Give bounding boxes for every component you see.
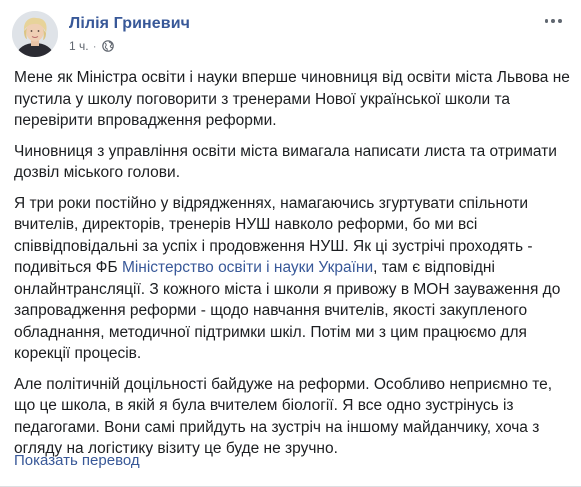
facebook-post: Лілія Гриневич 1 ч. · Мене як Міністра о… [0,0,581,487]
author-avatar[interactable] [12,11,58,57]
more-options-icon[interactable] [543,11,563,31]
post-paragraph: Чиновниця з управління освіти міста вима… [14,142,557,182]
post-timestamp-link[interactable]: 1 ч. [69,39,89,53]
post-paragraph: Я три роки постійно у відрядженнях, нама… [14,193,574,365]
author-name-link[interactable]: Лілія Гриневич [69,15,190,33]
avatar-photo-icon [12,11,58,57]
meta-separator: · [92,39,97,53]
post-paragraph: Мене як Міністра освіти і науки вперше ч… [14,69,570,129]
ministry-page-link[interactable]: Міністерство освіти і науки України [122,259,373,276]
post-text: Мене як Міністра освіти і науки вперше ч… [14,67,574,469]
post-header: Лілія Гриневич 1 ч. · [12,11,569,57]
globe-icon[interactable] [101,40,114,52]
show-translation-link[interactable]: Показать перевод [14,452,140,469]
post-meta: 1 ч. · [69,39,114,53]
post-paragraph: Але політичній доцільності байдуже на ре… [14,375,553,458]
